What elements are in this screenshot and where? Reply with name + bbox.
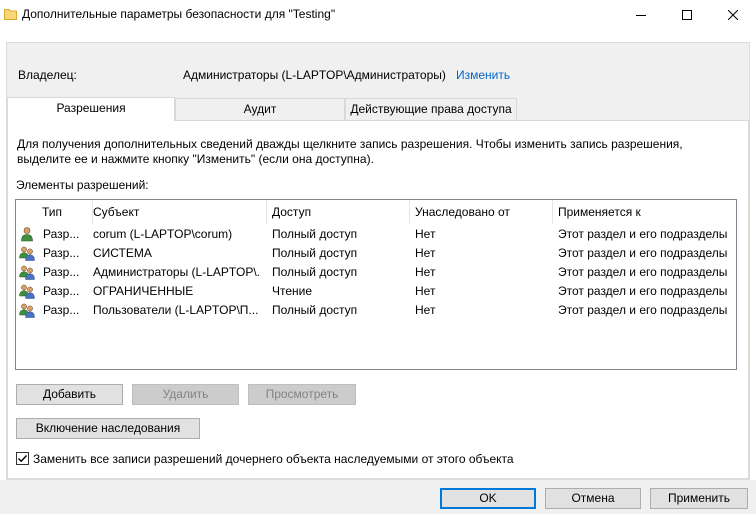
maximize-icon — [682, 10, 692, 20]
table-row[interactable]: Разр... Администраторы (L-LAPTOP\... Пол… — [16, 263, 736, 282]
tab-permissions[interactable]: Разрешения — [7, 97, 175, 121]
cell-access: Полный доступ — [272, 265, 358, 279]
cell-type: Разр... — [43, 284, 80, 298]
group-icon — [19, 246, 35, 261]
minimize-icon — [636, 15, 646, 16]
table-row[interactable]: Разр... Пользователи (L-LAPTOP\П... Полн… — [16, 301, 736, 320]
cell-inherited-from: Нет — [415, 246, 436, 260]
cell-subject: Пользователи (L-LAPTOP\П... — [93, 303, 259, 317]
cell-type: Разр... — [43, 265, 80, 279]
replace-child-permissions-checkbox[interactable] — [16, 452, 29, 465]
close-icon — [728, 10, 738, 20]
enable-inheritance-button[interactable]: Включение наследования — [16, 418, 200, 439]
folder-icon — [4, 9, 17, 20]
user-icon — [21, 227, 33, 242]
view-button[interactable]: Просмотреть — [248, 384, 356, 405]
remove-button[interactable]: Удалить — [132, 384, 239, 405]
cell-inherited-from: Нет — [415, 284, 436, 298]
cell-access: Полный доступ — [272, 246, 358, 260]
cell-applies-to: Этот раздел и его подразделы — [558, 265, 728, 279]
title-bar: Дополнительные параметры безопасности дл… — [0, 0, 756, 30]
close-button[interactable] — [710, 0, 756, 30]
cell-access: Чтение — [272, 284, 313, 298]
table-row[interactable]: Разр... corum (L-LAPTOP\corum) Полный до… — [16, 225, 736, 244]
column-header-access[interactable]: Доступ — [266, 200, 410, 224]
owner-label: Владелец: — [18, 68, 77, 82]
cell-applies-to: Этот раздел и его подразделы — [558, 227, 728, 241]
cell-access: Полный доступ — [272, 227, 358, 241]
cell-applies-to: Этот раздел и его подразделы — [558, 246, 728, 260]
cell-subject: ОГРАНИЧЕННЫЕ — [93, 284, 194, 298]
cell-type: Разр... — [43, 303, 80, 317]
dialog-footer — [0, 480, 756, 514]
cell-applies-to: Этот раздел и его подразделы — [558, 303, 728, 317]
minimize-button[interactable] — [618, 0, 664, 30]
group-icon — [19, 265, 35, 280]
cell-applies-to: Этот раздел и его подразделы — [558, 284, 728, 298]
column-header-applies-to[interactable]: Применяется к — [552, 200, 736, 224]
cell-type: Разр... — [43, 227, 80, 241]
tab-audit[interactable]: Аудит — [175, 98, 345, 120]
cell-subject: СИСТЕМА — [93, 246, 152, 260]
cell-inherited-from: Нет — [415, 303, 436, 317]
cell-inherited-from: Нет — [415, 227, 436, 241]
table-row[interactable]: Разр... СИСТЕМА Полный доступ Нет Этот р… — [16, 244, 736, 263]
permission-entries-label: Элементы разрешений: — [16, 178, 149, 192]
ok-button[interactable]: OK — [440, 488, 536, 509]
permission-entries-list[interactable]: Тип Субъект Доступ Унаследовано от Приме… — [15, 199, 737, 370]
maximize-button[interactable] — [664, 0, 710, 30]
cell-access: Полный доступ — [272, 303, 358, 317]
cell-subject: corum (L-LAPTOP\corum) — [93, 227, 233, 241]
tab-effective-access[interactable]: Действующие права доступа — [345, 98, 517, 120]
column-header-type[interactable]: Тип — [36, 200, 93, 224]
cell-type: Разр... — [43, 246, 80, 260]
cell-subject: Администраторы (L-LAPTOP\... — [93, 265, 261, 279]
apply-button[interactable]: Применить — [650, 488, 748, 509]
window-title: Дополнительные параметры безопасности дл… — [22, 7, 336, 21]
replace-child-permissions-label[interactable]: Заменить все записи разрешений дочернего… — [33, 452, 514, 466]
table-row[interactable]: Разр... ОГРАНИЧЕННЫЕ Чтение Нет Этот раз… — [16, 282, 736, 301]
change-owner-link[interactable]: Изменить — [456, 68, 510, 82]
checkmark-icon — [18, 455, 28, 463]
add-button[interactable]: Добавить — [16, 384, 123, 405]
column-header-inherited-from[interactable]: Унаследовано от — [409, 200, 553, 224]
cancel-button[interactable]: Отмена — [545, 488, 641, 509]
cell-inherited-from: Нет — [415, 265, 436, 279]
group-icon — [19, 303, 35, 318]
column-header-subject[interactable]: Субъект — [87, 200, 267, 224]
group-icon — [19, 284, 35, 299]
info-text: Для получения дополнительных сведений дв… — [17, 137, 683, 166]
owner-value: Администраторы (L-LAPTOP\Администраторы) — [183, 68, 446, 82]
